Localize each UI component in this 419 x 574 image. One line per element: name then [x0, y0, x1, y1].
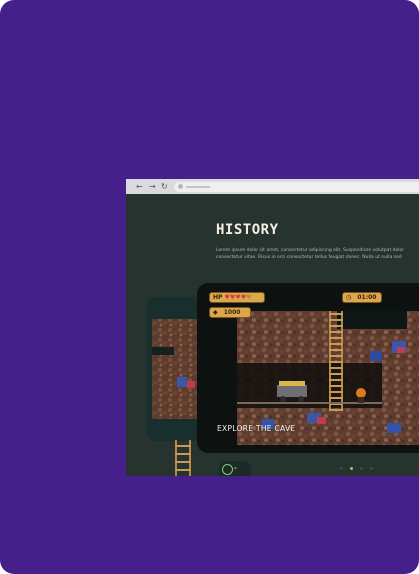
address-bar[interactable]	[174, 182, 419, 192]
toggle-icon	[222, 464, 233, 475]
ladder-decoration	[175, 440, 191, 476]
carousel-dot-active[interactable]	[350, 467, 353, 470]
carousel-dot[interactable]	[340, 467, 343, 470]
url-placeholder	[186, 186, 210, 188]
section-title: HISTORY	[216, 222, 279, 238]
hearts: ♥♥♥♥♥	[225, 294, 252, 301]
browser-toolbar: ← → ↻	[126, 179, 419, 194]
slide-caption: EXPLORE THE CAVE	[217, 424, 296, 433]
promo-card: ← → ↻ HISTORY Lorem ipsum dolor sit amet…	[0, 0, 419, 574]
timer-display: ◷ 01:00	[342, 292, 382, 303]
description-line: consectetur vitae. Risus in orci consect…	[216, 255, 402, 260]
coin-icon: ◆	[213, 309, 218, 316]
forward-arrow-icon[interactable]: →	[149, 182, 156, 191]
clock-icon: ◷	[346, 294, 352, 301]
carousel-dot[interactable]	[370, 467, 373, 470]
coin-counter: ◆ 1000	[209, 307, 251, 318]
sound-toggle[interactable]: ▬	[219, 461, 251, 476]
timer-value: 01:00	[357, 294, 377, 301]
carousel-dot[interactable]	[360, 467, 363, 470]
back-arrow-icon[interactable]: ←	[136, 182, 143, 191]
hp-bar: HP ♥♥♥♥♥	[209, 292, 265, 303]
reload-icon[interactable]: ↻	[161, 182, 168, 191]
description-line: Lorem ipsum dolor sit amet, consectetur …	[216, 248, 405, 253]
coin-count: 1000	[223, 309, 241, 316]
hp-label: HP	[213, 294, 223, 301]
section-description: Lorem ipsum dolor sit amet, consectetur …	[216, 247, 419, 261]
toggle-label: ▬	[234, 466, 237, 470]
lock-icon	[178, 184, 183, 189]
heart-empty-icon: ♥	[246, 294, 252, 301]
